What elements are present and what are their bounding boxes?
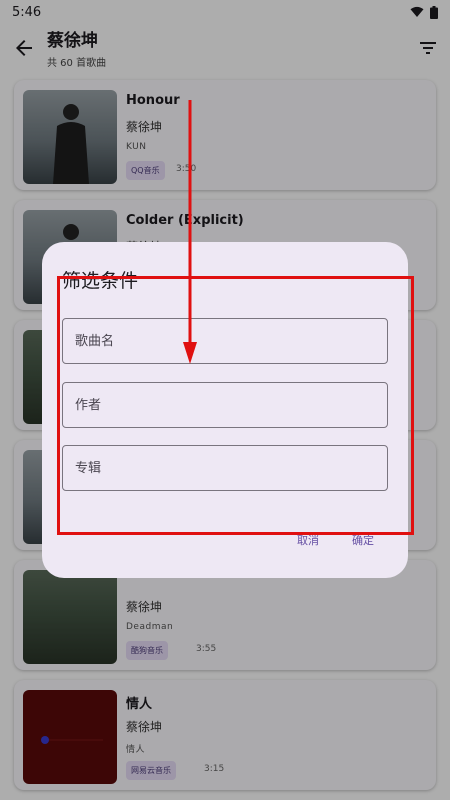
- annotation-highlight-box: [57, 276, 414, 535]
